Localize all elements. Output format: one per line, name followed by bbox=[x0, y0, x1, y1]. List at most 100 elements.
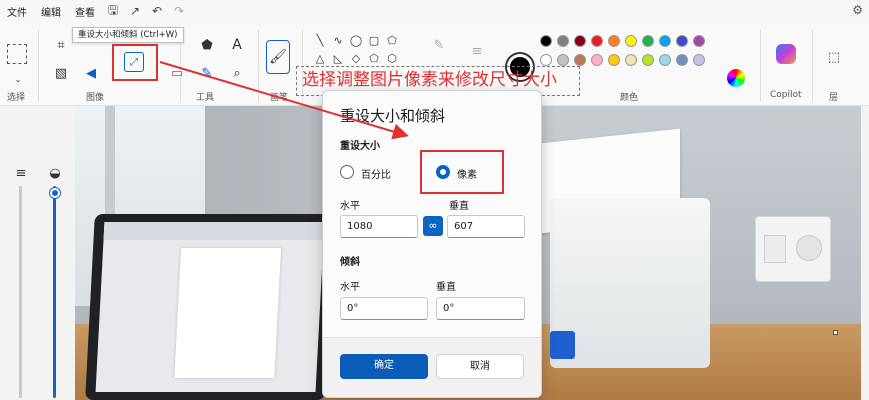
color-swatch[interactable] bbox=[659, 35, 671, 47]
fill-shape-icon[interactable]: ≡ bbox=[468, 42, 486, 60]
photo-laptop-screen bbox=[95, 222, 325, 392]
pixels-radio-highlight bbox=[420, 150, 504, 194]
color-swatch[interactable] bbox=[676, 35, 688, 47]
diamond-shape-icon[interactable]: ◇ bbox=[348, 52, 364, 66]
canvas-resize-handle[interactable] bbox=[833, 330, 838, 335]
color-swatch[interactable] bbox=[659, 54, 671, 66]
menu-bar: 文件 编辑 查看 🖫 ↗ ↶ ↷ ⚙ bbox=[0, 0, 869, 22]
group-label-select: 选择 bbox=[7, 93, 26, 103]
cancel-button[interactable]: 取消 bbox=[436, 354, 524, 379]
left-panel: ≡ ◒ bbox=[0, 106, 75, 400]
skew-section-label: 倾斜 bbox=[340, 257, 360, 268]
color-swatch[interactable] bbox=[625, 54, 637, 66]
eraser-icon[interactable]: ▭ bbox=[168, 64, 186, 82]
group-label-brushes: 画笔 bbox=[270, 93, 289, 103]
lock-aspect-ratio-icon[interactable]: ∞ bbox=[423, 216, 443, 236]
hexagon-shape-icon[interactable]: ⬡ bbox=[384, 52, 400, 66]
color-swatch[interactable] bbox=[557, 35, 569, 47]
group-label-image: 图像 bbox=[86, 93, 105, 103]
copilot-icon[interactable] bbox=[776, 44, 796, 64]
save-icon[interactable]: 🖫 bbox=[102, 1, 124, 22]
magnifier-icon[interactable]: ⌕ bbox=[228, 64, 246, 82]
color-swatch[interactable] bbox=[693, 54, 705, 66]
photo-screen-document bbox=[174, 248, 282, 378]
color-swatch[interactable] bbox=[625, 35, 637, 47]
triangle-shape-icon[interactable]: △ bbox=[312, 52, 328, 66]
skew-vertical-label: 垂直 bbox=[436, 282, 456, 293]
vertical-pixels-input[interactable]: 607 bbox=[447, 215, 525, 238]
pentagon-shape-icon[interactable]: ⬠ bbox=[366, 52, 382, 66]
ok-button[interactable]: 确定 bbox=[340, 354, 428, 379]
menu-edit[interactable]: 编辑 bbox=[34, 4, 68, 19]
opacity-slider[interactable] bbox=[53, 186, 56, 398]
rectangle-shape-icon[interactable]: ▢ bbox=[366, 34, 382, 48]
resize-button-highlight bbox=[112, 44, 158, 81]
color-swatch[interactable] bbox=[540, 35, 552, 47]
photo-switch bbox=[764, 235, 786, 263]
color-swatch[interactable] bbox=[574, 35, 586, 47]
polygon-shape-icon[interactable]: ⬠ bbox=[384, 34, 400, 48]
layers-icon[interactable]: ⬚ bbox=[825, 48, 843, 66]
color-swatch[interactable] bbox=[642, 54, 654, 66]
outline-icon[interactable]: ✎ bbox=[430, 36, 448, 54]
right-triangle-shape-icon[interactable]: ◺ bbox=[330, 52, 346, 66]
photo-laptop bbox=[85, 214, 335, 400]
flip-icon[interactable]: ◀ bbox=[82, 64, 100, 82]
color-swatch[interactable] bbox=[608, 54, 620, 66]
redo-icon[interactable]: ↷ bbox=[168, 4, 190, 18]
group-label-layers: 层 bbox=[829, 93, 839, 103]
settings-icon[interactable]: ⚙ bbox=[852, 3, 863, 17]
group-label-tools: 工具 bbox=[196, 93, 215, 103]
color-swatch[interactable] bbox=[557, 54, 569, 66]
group-label-copilot: Copilot bbox=[770, 90, 802, 100]
photo-outlet bbox=[755, 216, 831, 282]
divider bbox=[812, 30, 813, 102]
photo-screen-ribbon bbox=[103, 222, 325, 240]
divider bbox=[258, 30, 259, 102]
skew-horizontal-input[interactable]: 0° bbox=[340, 297, 428, 320]
photo-socket bbox=[796, 235, 822, 261]
selection-icon[interactable] bbox=[7, 44, 27, 64]
opacity-slider-thumb[interactable] bbox=[50, 188, 60, 198]
color-swatch[interactable] bbox=[574, 54, 586, 66]
size-slider[interactable] bbox=[19, 186, 22, 398]
photo-cable bbox=[550, 331, 575, 359]
group-label-colors: 颜色 bbox=[620, 93, 639, 103]
resize-section-label: 重设大小 bbox=[340, 141, 380, 152]
color-swatch[interactable] bbox=[676, 54, 688, 66]
divider bbox=[38, 30, 39, 102]
color-picker-icon[interactable]: ✎ bbox=[198, 64, 216, 82]
brush-icon[interactable]: 🖌 bbox=[266, 40, 290, 74]
color-swatch[interactable] bbox=[591, 54, 603, 66]
percent-radio[interactable] bbox=[340, 165, 354, 179]
brush-size-icon: ≡ bbox=[15, 165, 27, 181]
color-swatch[interactable] bbox=[591, 35, 603, 47]
chevron-down-icon[interactable]: ⌄ bbox=[9, 70, 27, 88]
undo-icon[interactable]: ↶ bbox=[146, 4, 168, 18]
horizontal-pixels-input[interactable]: 1080 bbox=[340, 215, 418, 238]
menu-file[interactable]: 文件 bbox=[0, 4, 34, 19]
text-icon[interactable]: A bbox=[228, 36, 246, 54]
color-swatch[interactable] bbox=[693, 35, 705, 47]
shapes-gallery: ╲ ∿ ◯ ▢ ⬠ △ ◺ ◇ ⬠ ⬡ bbox=[312, 34, 400, 66]
resize-skew-dialog: 重设大小和倾斜 重设大小 百分比 像素 水平 垂直 1080 ∞ 607 倾斜 … bbox=[322, 90, 542, 398]
skew-vertical-input[interactable]: 0° bbox=[436, 297, 525, 320]
color-wheel-icon[interactable] bbox=[727, 69, 745, 87]
color-palette bbox=[540, 35, 705, 66]
dialog-footer: 确定 取消 bbox=[323, 337, 541, 397]
horizontal-label: 水平 bbox=[340, 201, 360, 212]
share-icon[interactable]: ↗ bbox=[124, 4, 146, 18]
crop-icon[interactable]: ⌗ bbox=[52, 36, 70, 54]
rotate-icon[interactable]: ▧ bbox=[52, 64, 70, 82]
line-shape-icon[interactable]: ╲ bbox=[312, 34, 328, 48]
color-swatch[interactable] bbox=[608, 35, 620, 47]
fill-icon[interactable]: ⬟ bbox=[198, 36, 216, 54]
divider bbox=[760, 30, 761, 102]
color-swatch[interactable] bbox=[642, 35, 654, 47]
menu-view[interactable]: 查看 bbox=[68, 4, 102, 19]
opacity-icon: ◒ bbox=[49, 165, 61, 181]
vertical-label: 垂直 bbox=[449, 201, 469, 212]
percent-radio-label[interactable]: 百分比 bbox=[361, 166, 391, 181]
oval-shape-icon[interactable]: ◯ bbox=[348, 34, 364, 48]
curve-shape-icon[interactable]: ∿ bbox=[330, 34, 346, 48]
